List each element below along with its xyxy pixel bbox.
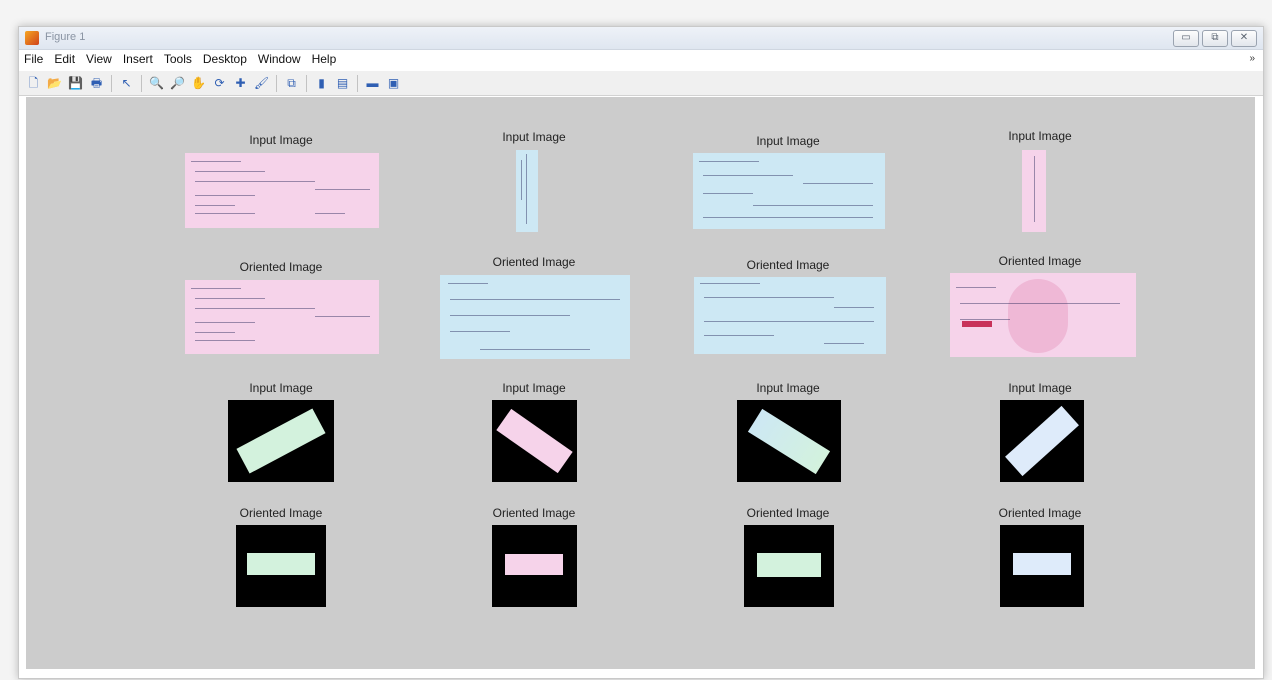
figure-window: Figure 1 ▭ ⧉ ✕ File Edit View Insert Tools De… <box>18 26 1264 679</box>
panel-title-r4c3: Oriented Image <box>746 506 830 520</box>
input-image-r1c4 <box>1022 150 1046 232</box>
toolbar-separator <box>141 74 142 92</box>
window-title: Figure 1 <box>45 31 86 43</box>
open-file-icon[interactable]: 📂 <box>46 75 63 92</box>
close-button[interactable]: ✕ <box>1231 30 1257 47</box>
colorbar-icon[interactable]: ▮ <box>313 75 330 92</box>
input-image-r3c3 <box>737 400 841 482</box>
oriented-image-r2c4 <box>950 273 1136 357</box>
menu-file[interactable]: File <box>19 50 49 66</box>
print-icon[interactable]: 🖶 <box>88 75 105 92</box>
input-image-r3c1 <box>228 400 334 482</box>
panel-title-r4c2: Oriented Image <box>492 506 576 520</box>
zoom-in-icon[interactable]: 🔍 <box>148 75 165 92</box>
panel-title-r2c4: Oriented Image <box>998 254 1082 268</box>
title-bar: Figure 1 ▭ ⧉ ✕ <box>19 27 1263 50</box>
hide-plot-tools-icon[interactable]: ▬ <box>364 75 381 92</box>
brush-icon[interactable]: 🖌 <box>253 75 270 92</box>
panel-title-r3c1: Input Image <box>249 381 313 395</box>
panel-title-r4c4: Oriented Image <box>998 506 1082 520</box>
matlab-logo-icon <box>25 31 39 45</box>
menu-insert[interactable]: Insert <box>118 50 159 66</box>
zoom-out-icon[interactable]: 🔎 <box>169 75 186 92</box>
toolbar-separator <box>276 74 277 92</box>
menu-view[interactable]: View <box>81 50 118 66</box>
oriented-image-r2c2 <box>440 275 630 359</box>
legend-icon[interactable]: ▤ <box>334 75 351 92</box>
input-image-r1c2 <box>516 150 538 232</box>
panel-title-r3c3: Input Image <box>756 381 820 395</box>
oriented-image-r4c1 <box>236 525 326 607</box>
menu-desktop[interactable]: Desktop <box>198 50 253 66</box>
menu-window[interactable]: Window <box>253 50 307 66</box>
panel-title-r1c1: Input Image <box>249 133 313 147</box>
menu-edit[interactable]: Edit <box>49 50 81 66</box>
input-image-r1c3 <box>693 153 885 229</box>
edit-plot-pointer-icon[interactable]: ↖ <box>118 75 135 92</box>
minimize-button[interactable]: ▭ <box>1173 30 1199 47</box>
rotate-3d-icon[interactable]: ⟳ <box>211 75 228 92</box>
new-figure-icon[interactable]: 🗋 <box>25 75 42 92</box>
save-icon[interactable]: 💾 <box>67 75 84 92</box>
input-image-r3c4 <box>1000 400 1084 482</box>
pan-hand-icon[interactable]: ✋ <box>190 75 207 92</box>
input-image-r1c1 <box>185 153 379 228</box>
menu-overflow-icon[interactable]: » <box>1249 53 1255 64</box>
restore-button[interactable]: ⧉ <box>1202 30 1228 47</box>
toolbar-separator <box>111 74 112 92</box>
oriented-image-r4c3 <box>744 525 834 607</box>
link-plot-icon[interactable]: ⧉ <box>283 75 300 92</box>
panel-title-r1c3: Input Image <box>756 134 820 148</box>
figure-toolbar: 🗋 📂 💾 🖶 ↖ 🔍 🔎 ✋ ⟳ ✚ 🖌 ⧉ ▮ ▤ ▬ ▣ <box>19 71 1263 96</box>
oriented-image-r4c4 <box>1000 525 1084 607</box>
show-plot-tools-icon[interactable]: ▣ <box>385 75 402 92</box>
panel-title-r2c3: Oriented Image <box>746 258 830 272</box>
panel-title-r2c2: Oriented Image <box>492 255 576 269</box>
panel-title-r4c1: Oriented Image <box>239 506 323 520</box>
menu-help[interactable]: Help <box>307 50 343 66</box>
menu-tools[interactable]: Tools <box>159 50 198 66</box>
data-cursor-icon[interactable]: ✚ <box>232 75 249 92</box>
toolbar-separator <box>357 74 358 92</box>
figure-canvas: Input Image Input Image Input Image Inpu… <box>26 97 1255 669</box>
panel-title-r1c2: Input Image <box>502 130 566 144</box>
oriented-image-r4c2 <box>492 525 577 607</box>
toolbar-separator <box>306 74 307 92</box>
menu-bar: File Edit View Insert Tools Desktop Window Help… <box>19 50 1263 69</box>
oriented-image-r2c3 <box>694 277 886 354</box>
oriented-image-r2c1 <box>185 280 379 354</box>
panel-title-r3c2: Input Image <box>502 381 566 395</box>
panel-title-r3c4: Input Image <box>1008 381 1072 395</box>
input-image-r3c2 <box>492 400 577 482</box>
panel-title-r2c1: Oriented Image <box>239 260 323 274</box>
panel-title-r1c4: Input Image <box>1008 129 1072 143</box>
